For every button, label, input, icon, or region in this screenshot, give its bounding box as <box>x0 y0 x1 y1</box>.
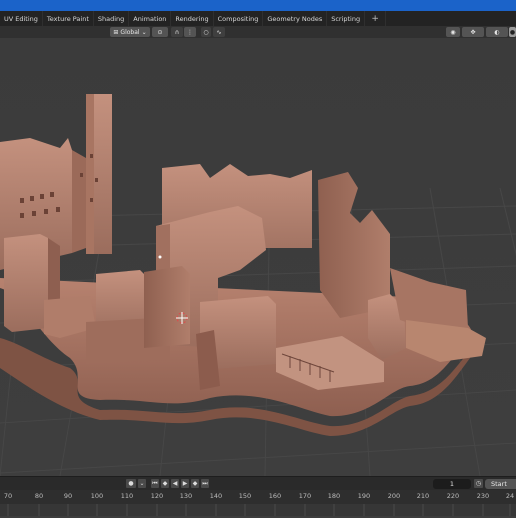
timeline-track-area[interactable] <box>0 504 516 516</box>
jump-start-button[interactable]: ⏮ <box>151 479 159 488</box>
ruler-label: 200 <box>387 492 401 500</box>
solid-shading-button[interactable]: ● <box>509 27 516 37</box>
ruler-label: 160 <box>268 492 282 500</box>
ruler-label: 210 <box>416 492 430 500</box>
keying-dot-button[interactable]: ● <box>126 479 136 488</box>
transform-orientation-dropdown[interactable]: ⊞ Global ⌄ <box>110 27 150 37</box>
gizmo-icon: ✥ <box>470 28 476 36</box>
snap-toggle[interactable]: ∩ <box>171 27 183 37</box>
window-title-strip <box>0 0 516 11</box>
ruler-label: 110 <box>120 492 134 500</box>
pivot-point-dropdown[interactable]: ⊙ <box>152 27 168 37</box>
play-icon: ▶ <box>182 480 188 487</box>
ruler-label: 70 <box>3 492 13 500</box>
jump-end-button[interactable]: ⏭ <box>201 479 209 488</box>
snap-target-icon: ⋮ <box>187 28 193 36</box>
ruler-label: 120 <box>150 492 164 500</box>
tower-shadow <box>86 94 94 254</box>
play-reverse-button[interactable]: ◀ <box>171 479 179 488</box>
falloff-icon: ∿ <box>216 28 222 36</box>
eye-icon: ◉ <box>450 28 456 36</box>
left-front-block <box>4 234 48 332</box>
overlays-icon: ◐ <box>494 28 500 36</box>
right-tall-wall <box>318 172 390 318</box>
ruler-label: 100 <box>90 492 104 500</box>
ruler-label: 90 <box>63 492 73 500</box>
timeline-ticks <box>7 504 511 516</box>
origin-dot-icon <box>158 255 162 259</box>
jump-start-icon: ⏮ <box>152 479 158 487</box>
ruler-label: 140 <box>209 492 223 500</box>
tab-texture-paint[interactable]: Texture Paint <box>43 11 94 26</box>
ruler-label: 24 <box>505 492 515 500</box>
jump-end-icon: ⏭ <box>202 479 208 487</box>
next-keyframe-button[interactable]: ◆ <box>191 479 199 488</box>
prev-key-icon: ◆ <box>162 480 168 487</box>
proportional-icon: ○ <box>203 28 209 36</box>
chevron-down-icon: ⌄ <box>141 28 147 36</box>
add-workspace-button[interactable]: + <box>365 11 387 26</box>
magnet-icon: ∩ <box>174 28 180 36</box>
overlays-toggle[interactable]: ◐ <box>486 27 508 37</box>
start-frame-field[interactable]: Start <box>485 479 516 489</box>
tab-scripting[interactable]: Scripting <box>327 11 366 26</box>
proportional-falloff-dropdown[interactable]: ∿ <box>213 27 225 37</box>
tab-animation[interactable]: Animation <box>129 11 172 26</box>
ruler-label: 180 <box>327 492 341 500</box>
clock-icon: ◷ <box>475 480 482 487</box>
chevron-down-icon: ⌄ <box>139 480 145 487</box>
snap-settings-dropdown[interactable]: ⋮ <box>184 27 196 37</box>
timeline-ruler[interactable]: 70 80 90 100 110 120 130 140 150 160 170… <box>0 490 516 504</box>
record-icon: ● <box>128 480 134 487</box>
ruler-label: 80 <box>34 492 44 500</box>
tab-rendering[interactable]: Rendering <box>171 11 214 26</box>
timeline-controls: ● ⌄ ⏮ ◆ ◀ ▶ ◆ ⏭ 1 ◷ Start <box>0 476 516 491</box>
ruler-label: 220 <box>446 492 460 500</box>
ruler-label: 190 <box>357 492 371 500</box>
play-button[interactable]: ▶ <box>181 479 189 488</box>
current-frame-field[interactable]: 1 <box>433 479 471 489</box>
gizmo-toggle[interactable]: ✥ <box>462 27 484 37</box>
ruler-label: 150 <box>238 492 252 500</box>
orientation-label: Global <box>120 28 140 36</box>
viewport-scene <box>0 94 516 476</box>
play-reverse-icon: ◀ <box>172 480 178 487</box>
front-annex <box>144 266 190 348</box>
tab-uv-editing[interactable]: UV Editing <box>0 11 43 26</box>
preview-range-toggle[interactable]: ◷ <box>474 479 483 488</box>
workspace-tabbar: UV Editing Texture Paint Shading Animati… <box>0 11 516 26</box>
prev-keyframe-button[interactable]: ◆ <box>161 479 169 488</box>
solid-shading-icon: ● <box>509 28 516 36</box>
ruler-label: 230 <box>476 492 490 500</box>
tab-shading[interactable]: Shading <box>94 11 130 26</box>
pivot-icon: ⊙ <box>157 28 163 36</box>
tab-compositing[interactable]: Compositing <box>214 11 264 26</box>
keyframe-dropdown[interactable]: ⌄ <box>138 479 146 488</box>
3d-viewport[interactable] <box>0 38 516 476</box>
ruler-label: 130 <box>179 492 193 500</box>
left-building-side <box>72 150 86 253</box>
viewport-header: ⊞ Global ⌄ ⊙ ∩ ⋮ ○ ∿ ◉ ✥ ◐ ● <box>0 26 516 38</box>
ruler-label: 170 <box>298 492 312 500</box>
tab-geometry-nodes[interactable]: Geometry Nodes <box>263 11 328 26</box>
next-key-icon: ◆ <box>192 480 198 487</box>
visibility-dropdown[interactable]: ◉ <box>446 27 460 37</box>
proportional-editing-toggle[interactable]: ○ <box>201 27 211 37</box>
